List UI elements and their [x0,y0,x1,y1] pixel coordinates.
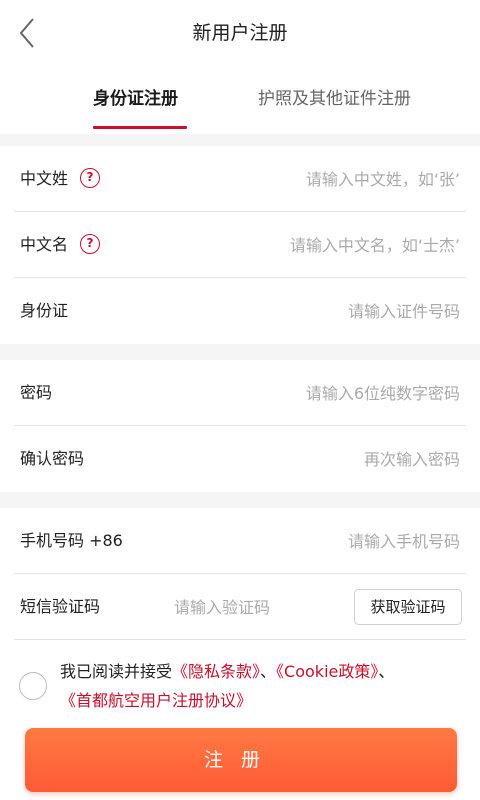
agreement-text: 我已阅读并接受《隐私条款》、《Cookie政策》、 《首都航空用户注册协议》 [60,657,460,715]
section-gap [0,134,480,146]
sms-code-input[interactable] [174,587,344,627]
question-icon[interactable]: ? [80,168,100,188]
register-button[interactable]: 注册 [25,728,457,792]
surname-label: 中文姓 [20,169,69,188]
phone-input[interactable] [210,521,460,561]
agreement-separator: 、 [260,662,277,681]
id-card-row: 身份证 [0,278,480,344]
get-code-button[interactable]: 获取验证码 [354,589,462,625]
phone-row: 手机号码 +86 [0,508,480,574]
header: 新用户注册 [0,0,480,66]
page-title: 新用户注册 [192,22,288,44]
agreement: 我已阅读并接受《隐私条款》、《Cookie政策》、 《首都航空用户注册协议》 [0,648,480,718]
confirm-password-label: 确认密码 [20,449,85,468]
given-name-input[interactable] [210,225,460,265]
password-input[interactable] [210,373,460,413]
surname-row: 中文姓 ? [0,146,480,212]
tab-id-card[interactable]: 身份证注册 [93,66,178,132]
terms-link[interactable]: 《首都航空用户注册协议》 [60,691,252,710]
section-gap [0,492,480,508]
agreement-separator: 、 [378,662,395,681]
active-tab-indicator [93,126,187,129]
agreement-prefix: 我已阅读并接受 [60,662,173,681]
sms-code-label: 短信验证码 [20,597,101,616]
given-name-row: 中文名 ? [0,212,480,278]
confirm-password-input[interactable] [210,439,460,479]
surname-input[interactable] [210,159,460,199]
section-gap [0,344,480,360]
password-label: 密码 [20,383,53,402]
agree-radio[interactable] [19,672,47,700]
given-name-label: 中文名 [20,235,69,254]
id-card-label: 身份证 [20,301,69,320]
tab-bar: 身份证注册 护照及其他证件注册 [0,66,480,134]
phone-label: 手机号码 +86 [20,531,123,550]
sms-code-row: 短信验证码 获取验证码 [0,574,480,640]
tab-passport[interactable]: 护照及其他证件注册 [258,66,411,132]
question-icon[interactable]: ? [80,234,100,254]
privacy-link[interactable]: 《隐私条款》 [172,662,260,681]
divider [14,639,466,640]
id-card-input[interactable] [210,291,460,331]
password-row: 密码 [0,360,480,426]
confirm-password-row: 确认密码 [0,426,480,492]
cookie-link[interactable]: 《Cookie政策》 [276,662,378,681]
